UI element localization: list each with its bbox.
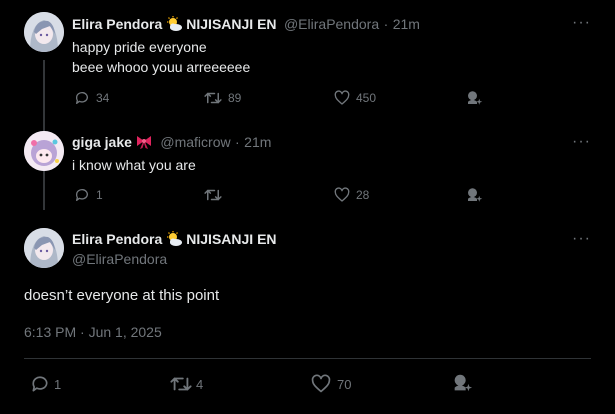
avatar[interactable]: [24, 131, 64, 171]
reply-count: 34: [96, 91, 110, 105]
repost-count: 89: [228, 91, 242, 105]
heart-outline-icon: [311, 374, 331, 393]
like-button[interactable]: 450: [334, 90, 376, 106]
handle[interactable]: @EliraPendora: [72, 251, 167, 267]
post-timestamp[interactable]: 6:13 PM · Jun 1, 2025: [24, 324, 162, 340]
repost-arrows-icon: [170, 377, 192, 391]
repost-arrows-icon: [204, 92, 222, 104]
repost-button[interactable]: 4: [170, 374, 203, 394]
tweet-text-line-1: happy pride everyone: [72, 39, 207, 55]
avatar-image: [24, 131, 64, 171]
tweet-text-line-1: i know what you are: [72, 157, 196, 173]
grok-sparkle-icon: [454, 374, 473, 392]
separator-dot: ·: [383, 16, 389, 32]
timestamp[interactable]: 21m: [244, 134, 271, 150]
display-name[interactable]: Elira Pendora: [72, 231, 162, 247]
handle[interactable]: @maficrow: [160, 134, 230, 150]
avatar[interactable]: [24, 228, 64, 268]
handle[interactable]: @EliraPendora: [284, 16, 379, 32]
speech-bubble-icon: [32, 376, 48, 392]
avatar-image: [24, 12, 64, 52]
display-name[interactable]: giga jake: [72, 134, 132, 150]
speech-bubble-icon: [75, 92, 88, 104]
tweet-text-line-2: beee whooo youu arreeeeee: [72, 59, 251, 75]
sun-behind-cloud-icon: [165, 16, 183, 37]
avatar-image: [24, 228, 64, 268]
reply-count: 1: [96, 188, 103, 202]
more-options-button[interactable]: ···: [572, 230, 591, 248]
like-count: 70: [337, 376, 352, 392]
reply-button[interactable]: 34: [74, 90, 109, 106]
affiliation: NIJISANJI EN: [186, 16, 277, 32]
like-button[interactable]: 70: [311, 374, 351, 394]
tweet-text: doesn’t everyone at this point: [24, 287, 220, 304]
reply-button[interactable]: 1: [74, 187, 103, 203]
like-button[interactable]: 28: [334, 187, 369, 203]
avatar[interactable]: [24, 12, 64, 52]
grok-button[interactable]: [465, 89, 483, 107]
grok-button[interactable]: [465, 186, 483, 204]
grok-sparkle-icon: [468, 91, 483, 105]
like-count: 450: [356, 91, 377, 105]
repost-arrows-icon: [204, 189, 222, 201]
speech-bubble-icon: [75, 189, 88, 201]
ribbon-bow-icon: [135, 134, 153, 155]
more-options-button[interactable]: ···: [572, 133, 591, 151]
timestamp[interactable]: 21m: [393, 16, 420, 32]
repost-button[interactable]: [204, 187, 228, 203]
sun-behind-cloud-icon: [165, 231, 183, 252]
grok-sparkle-icon: [468, 188, 483, 202]
repost-button[interactable]: 89: [204, 90, 241, 106]
grok-button[interactable]: [451, 372, 473, 394]
separator-dot: ·: [235, 134, 240, 150]
display-name[interactable]: Elira Pendora: [72, 16, 162, 32]
affiliation: NIJISANJI EN: [186, 231, 277, 247]
more-options-button[interactable]: ···: [572, 14, 591, 32]
heart-outline-icon: [334, 90, 350, 105]
reply-button[interactable]: 1: [30, 374, 61, 394]
divider: [24, 358, 591, 359]
reply-count: 1: [54, 376, 62, 392]
heart-outline-icon: [334, 187, 350, 202]
repost-count: 4: [196, 376, 204, 392]
like-count: 28: [356, 188, 370, 202]
